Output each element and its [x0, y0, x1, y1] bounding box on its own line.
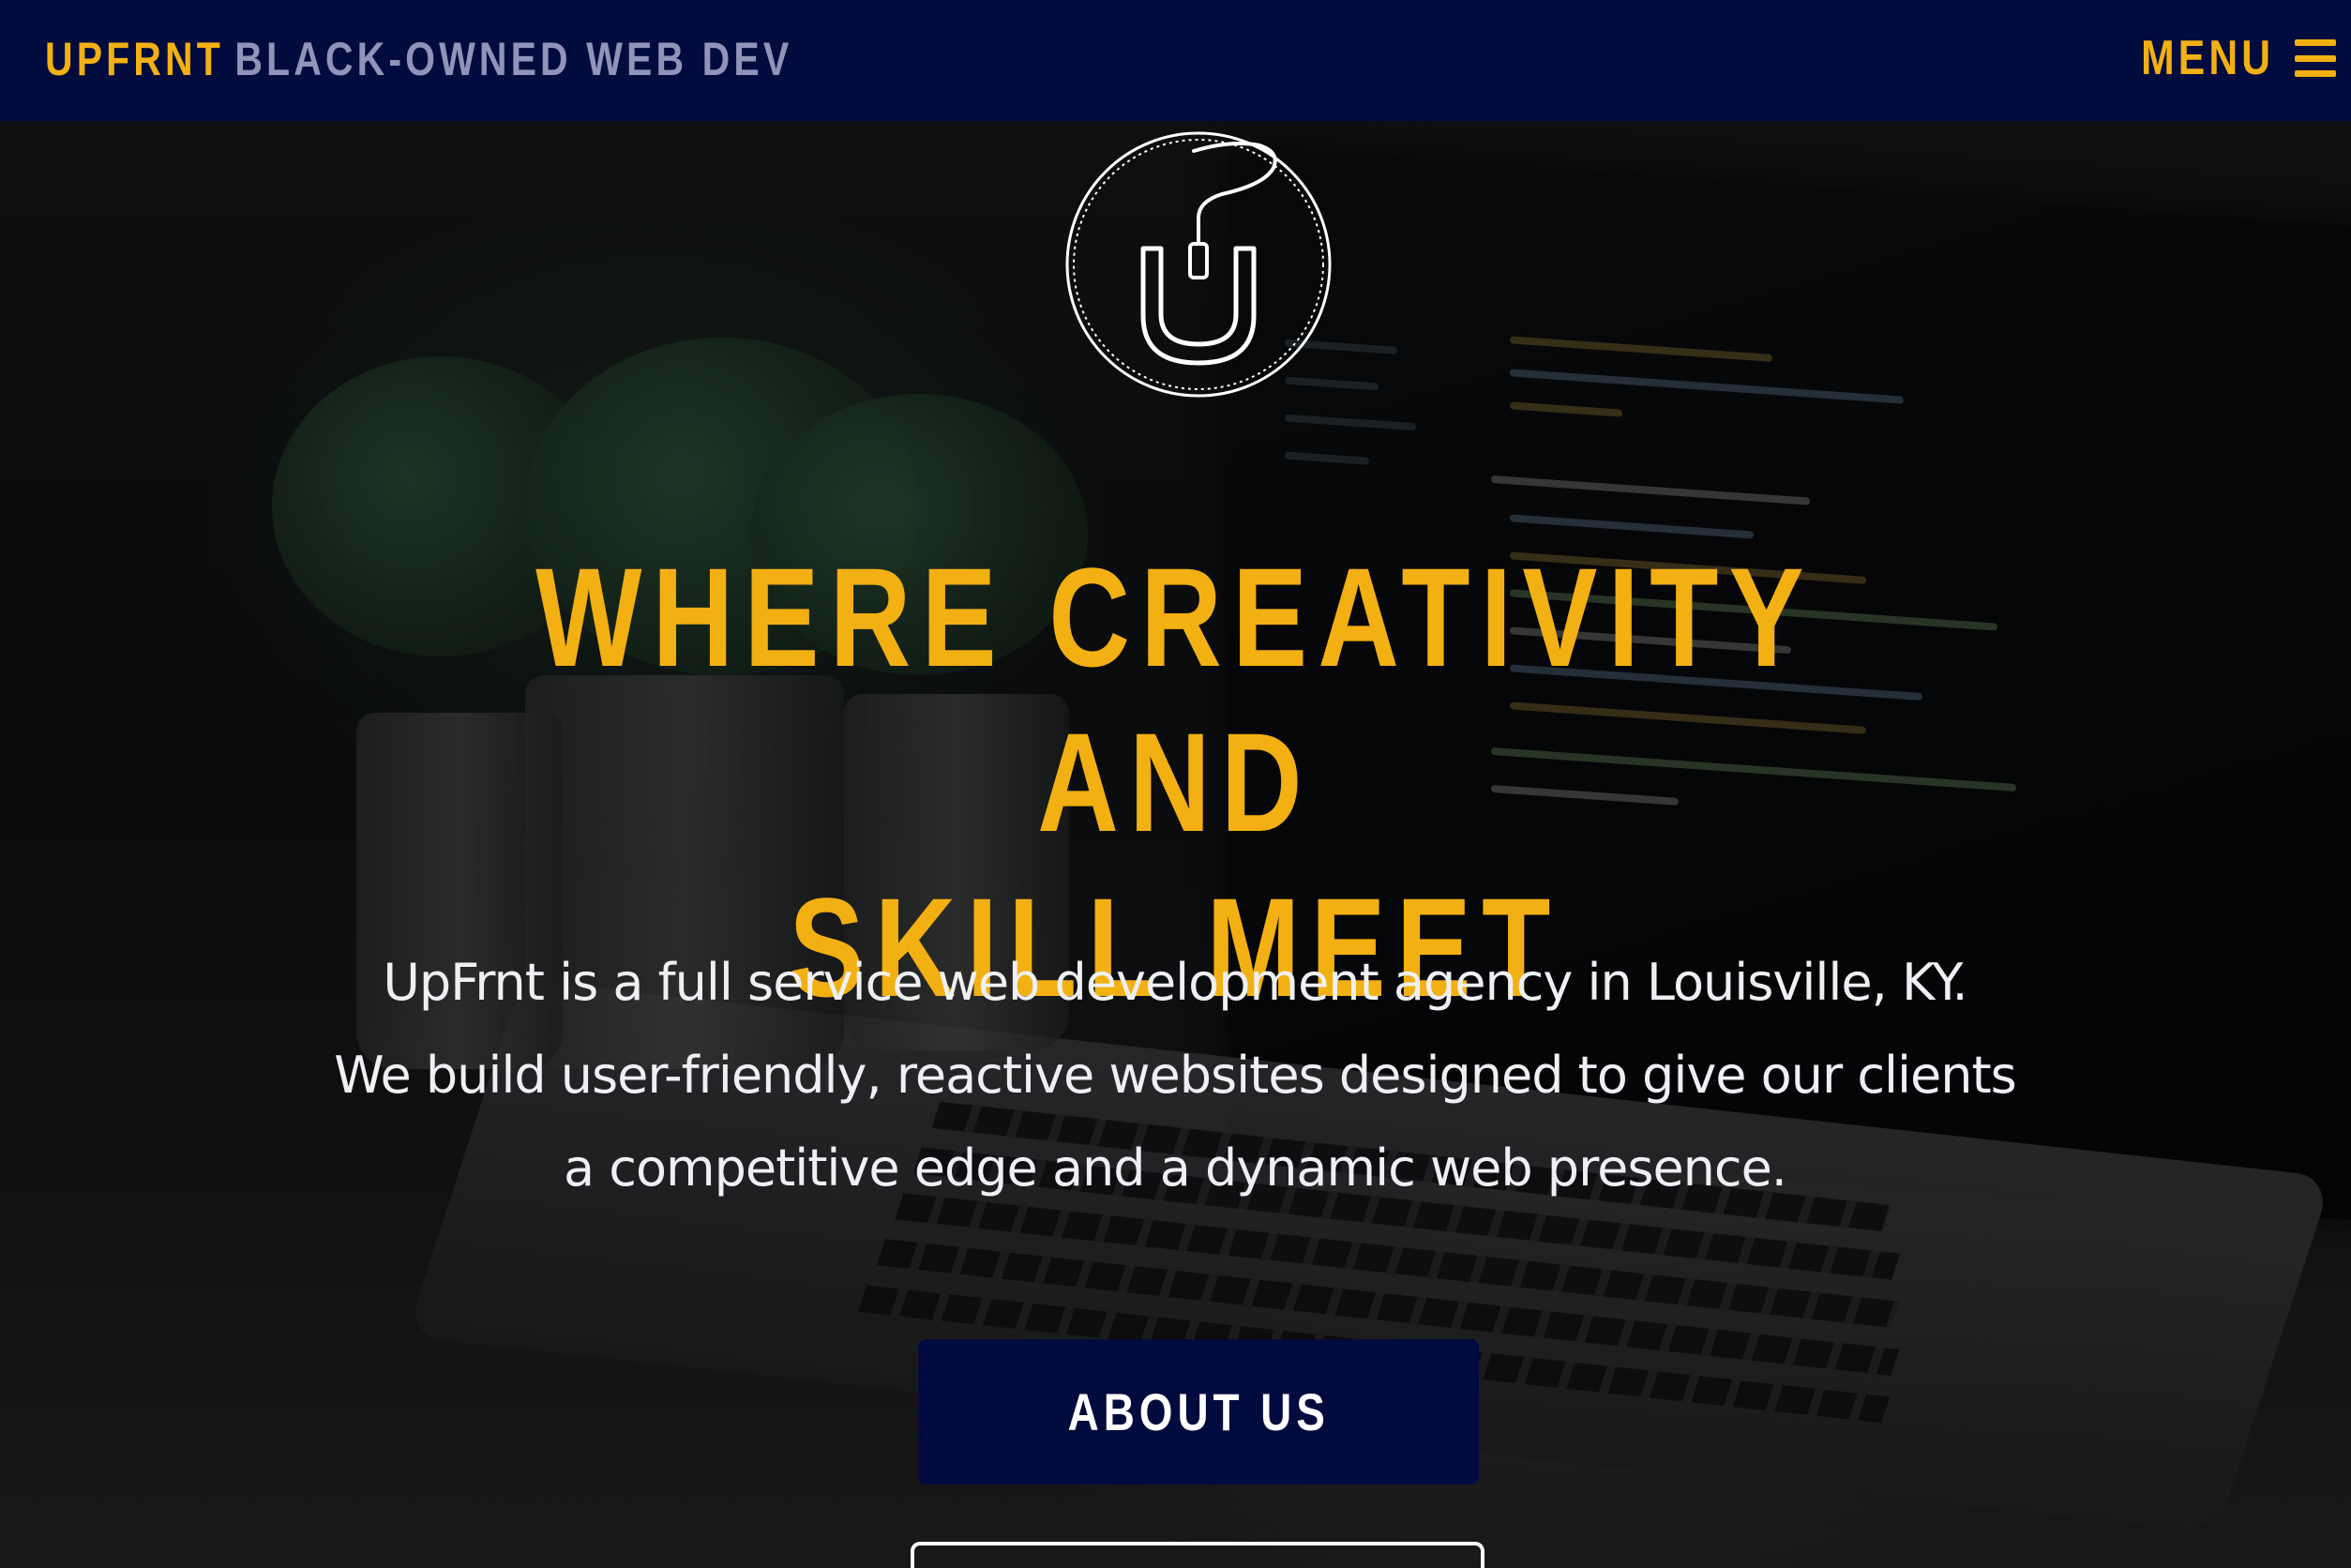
hero-headline-line-1: WHERE CREATIVITY AND — [535, 538, 1815, 861]
mouse-u-logo-icon — [1065, 131, 1332, 398]
about-us-button-label: ABOUT US — [1067, 1382, 1330, 1441]
secondary-outline-button[interactable] — [911, 1542, 1484, 1568]
hero-intro-line-2: We build user-friendly, reactive website… — [334, 1046, 2017, 1198]
brand-logo-link[interactable]: UPFRNT BLACK-OWNED WEB DEV — [45, 32, 792, 86]
hero-intro-line-1: UpFrnt is a full service web development… — [383, 953, 1967, 1012]
brand-tagline: BLACK-OWNED WEB DEV — [234, 33, 793, 85]
top-nav-bar: UPFRNT BLACK-OWNED WEB DEV MENU — [0, 0, 2351, 121]
about-us-button[interactable]: ABOUT US — [918, 1339, 1479, 1485]
brand-name: UPFRNT — [45, 33, 224, 85]
hamburger-icon — [2295, 39, 2336, 77]
menu-label: MENU — [2141, 31, 2274, 85]
hero-intro-text: UpFrnt is a full service web development… — [331, 936, 2019, 1214]
landing-page: UPFRNT BLACK-OWNED WEB DEV MENU WHERE CRE… — [0, 0, 2351, 1568]
menu-button[interactable]: MENU — [2112, 30, 2336, 86]
